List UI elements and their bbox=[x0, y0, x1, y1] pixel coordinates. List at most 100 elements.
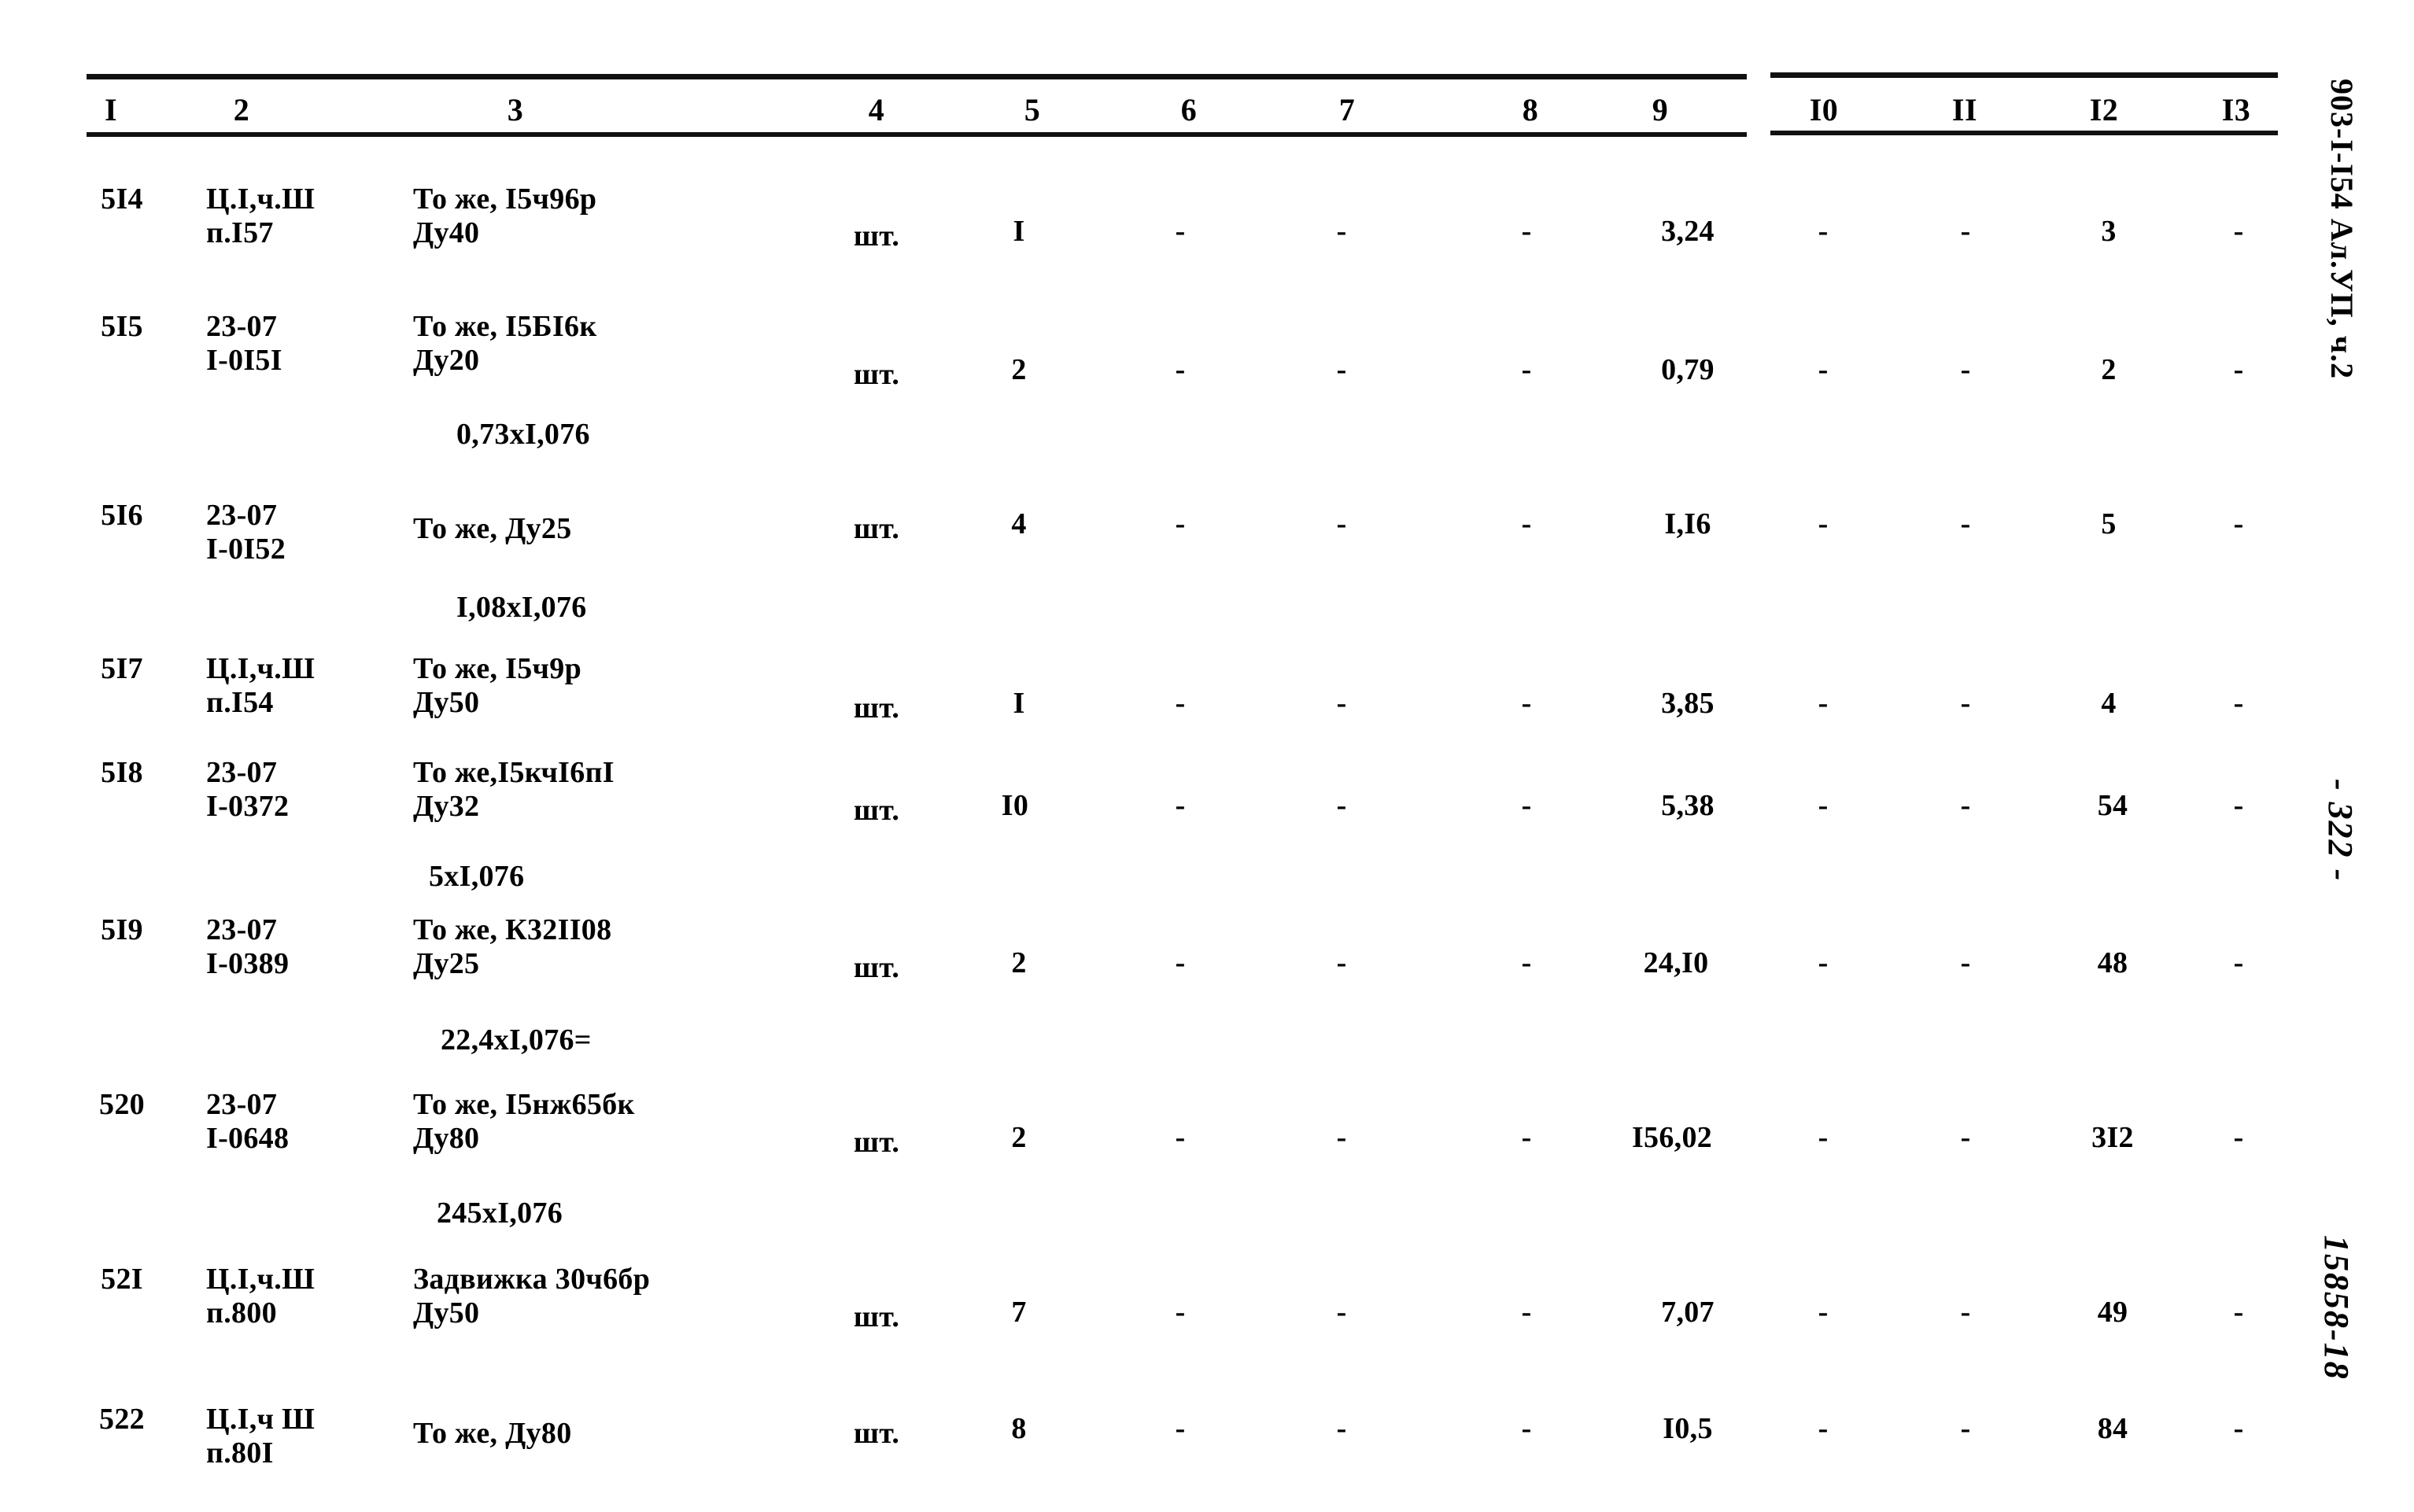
table-row-code2: I-0I5I bbox=[206, 344, 282, 377]
table-row-col5: I bbox=[1013, 687, 1025, 720]
table-row-col6: - bbox=[1175, 507, 1186, 540]
table-row-col6: - bbox=[1175, 215, 1186, 248]
table-row-col12: 3I2 bbox=[2091, 1121, 2134, 1154]
table-row-col9: 0,79 bbox=[1661, 353, 1715, 386]
table-row-col8: - bbox=[1521, 789, 1532, 822]
table-row-col11: - bbox=[1960, 1121, 1971, 1154]
table-row-col5: I0 bbox=[1001, 789, 1029, 822]
table-row-name2: Ду50 bbox=[413, 1296, 480, 1329]
table-row-col9: I,I6 bbox=[1664, 507, 1711, 540]
table-row-subnote: I,08xI,076 bbox=[456, 591, 587, 624]
table-row-name1: То же, Ду80 bbox=[413, 1417, 572, 1450]
column-header-9: 9 bbox=[1652, 92, 1669, 127]
table-row-code2: I-0I52 bbox=[206, 533, 286, 566]
table-row-code2: п.I57 bbox=[206, 216, 274, 249]
table-row-col11: - bbox=[1960, 789, 1971, 822]
table-row-code1: 23-07 bbox=[206, 499, 278, 532]
table-row-col9: 3,85 bbox=[1661, 687, 1715, 720]
table-row-code1: 23-07 bbox=[206, 310, 278, 343]
table-row-col12: 2 bbox=[2101, 353, 2117, 386]
table-row-col13: - bbox=[2233, 789, 2244, 822]
table-row-subnote: 245xI,076 bbox=[437, 1197, 563, 1230]
table-row-name1: То же, Ду25 bbox=[413, 512, 572, 545]
table-row-unit: шт. bbox=[853, 219, 900, 253]
table-row-col7: - bbox=[1336, 1412, 1347, 1445]
table-row-name1: То же, I5ч9р bbox=[413, 652, 582, 685]
table-row-col6: - bbox=[1175, 687, 1186, 720]
table-row-col6: - bbox=[1175, 789, 1186, 822]
table-row-col5: I bbox=[1013, 215, 1025, 248]
table-row-subnote: 0,73xI,076 bbox=[456, 418, 590, 451]
column-header-5: 5 bbox=[1024, 92, 1041, 127]
table-row-code2: п.800 bbox=[206, 1296, 277, 1329]
table-row-subnote: 22,4xI,076= bbox=[441, 1023, 592, 1057]
table-row-col10: - bbox=[1818, 1296, 1829, 1329]
column-header-3: 3 bbox=[507, 92, 524, 127]
table-row-num: 5I7 bbox=[101, 652, 143, 685]
column-header-7: 7 bbox=[1338, 92, 1356, 127]
table-row-col10: - bbox=[1818, 215, 1829, 248]
table-row-col8: - bbox=[1521, 353, 1532, 386]
column-header-4: 4 bbox=[868, 92, 885, 127]
table-row-col10: - bbox=[1818, 1412, 1829, 1445]
table-row-name1: Задвижка 30ч6бр bbox=[413, 1263, 651, 1296]
table-row-col7: - bbox=[1336, 687, 1347, 720]
table-row-code1: 23-07 bbox=[206, 756, 278, 789]
column-header-2: 2 bbox=[233, 92, 250, 127]
table-row-col5: 7 bbox=[1011, 1296, 1027, 1329]
table-row-code1: 23-07 bbox=[206, 1088, 278, 1121]
table-row-col7: - bbox=[1336, 789, 1347, 822]
table-row-col8: - bbox=[1521, 687, 1532, 720]
table-row-col11: - bbox=[1960, 1296, 1971, 1329]
table-row-name1: То же, I5нж65бк bbox=[413, 1088, 635, 1121]
table-row-unit: шт. bbox=[853, 794, 900, 827]
table-row-col12: 84 bbox=[2097, 1412, 2128, 1445]
table-row-unit: шт. bbox=[853, 358, 900, 391]
table-row-col5: 2 bbox=[1011, 946, 1027, 979]
column-header-1: I bbox=[104, 92, 118, 127]
table-row-col8: - bbox=[1521, 215, 1532, 248]
table-row-col5: 4 bbox=[1011, 507, 1027, 540]
table-row-unit: шт. bbox=[853, 512, 900, 545]
table-row-unit: шт. bbox=[853, 1417, 900, 1450]
table-row-col10: - bbox=[1818, 507, 1829, 540]
table-row-col13: - bbox=[2233, 215, 2244, 248]
table-row-col11: - bbox=[1960, 687, 1971, 720]
table-row-col8: - bbox=[1521, 1121, 1532, 1154]
table-row-num: 522 bbox=[99, 1403, 145, 1436]
table-row-col12: 5 bbox=[2101, 507, 2117, 540]
table-row-col7: - bbox=[1336, 353, 1347, 386]
table-row-col9: 5,38 bbox=[1661, 789, 1715, 822]
table-row-num: 52I bbox=[101, 1263, 143, 1296]
table-row-unit: шт. bbox=[853, 691, 900, 725]
table-row-col11: - bbox=[1960, 1412, 1971, 1445]
table-row-col6: - bbox=[1175, 1121, 1186, 1154]
table-row-col13: - bbox=[2233, 353, 2244, 386]
table-row-col13: - bbox=[2233, 1412, 2244, 1445]
column-header-6: 6 bbox=[1180, 92, 1198, 127]
column-header-12: I2 bbox=[2089, 92, 2119, 127]
table-row-subnote: 5xI,076 bbox=[429, 860, 525, 893]
table-row-num: 5I9 bbox=[101, 913, 143, 946]
table-row-col8: - bbox=[1521, 1412, 1532, 1445]
table-row-col7: - bbox=[1336, 946, 1347, 979]
column-header-10: I0 bbox=[1809, 92, 1839, 127]
table-row-code1: Ц.I,ч Ш bbox=[206, 1403, 316, 1436]
table-row-num: 520 bbox=[99, 1088, 145, 1121]
table-row-col5: 2 bbox=[1011, 1121, 1027, 1154]
header-rule-bottom-right bbox=[1770, 131, 2278, 135]
table-row-col7: - bbox=[1336, 1296, 1347, 1329]
archive-number-stamp: 15858-18 bbox=[2317, 1235, 2356, 1381]
table-row-name2: Ду32 bbox=[413, 790, 480, 823]
table-row-name2: Ду25 bbox=[413, 947, 480, 980]
table-row-col12: 49 bbox=[2097, 1296, 2128, 1329]
table-row-col8: - bbox=[1521, 946, 1532, 979]
table-row-col9: I56,02 bbox=[1631, 1121, 1713, 1154]
header-rule-top-right bbox=[1770, 72, 2278, 78]
table-row-name2: Ду40 bbox=[413, 216, 480, 249]
table-row-col6: - bbox=[1175, 1296, 1186, 1329]
table-row-col13: - bbox=[2233, 687, 2244, 720]
table-row-unit: шт. bbox=[853, 1126, 900, 1159]
table-row-code1: Ц.I,ч.Ш bbox=[206, 1263, 316, 1296]
table-row-col5: 2 bbox=[1011, 353, 1027, 386]
